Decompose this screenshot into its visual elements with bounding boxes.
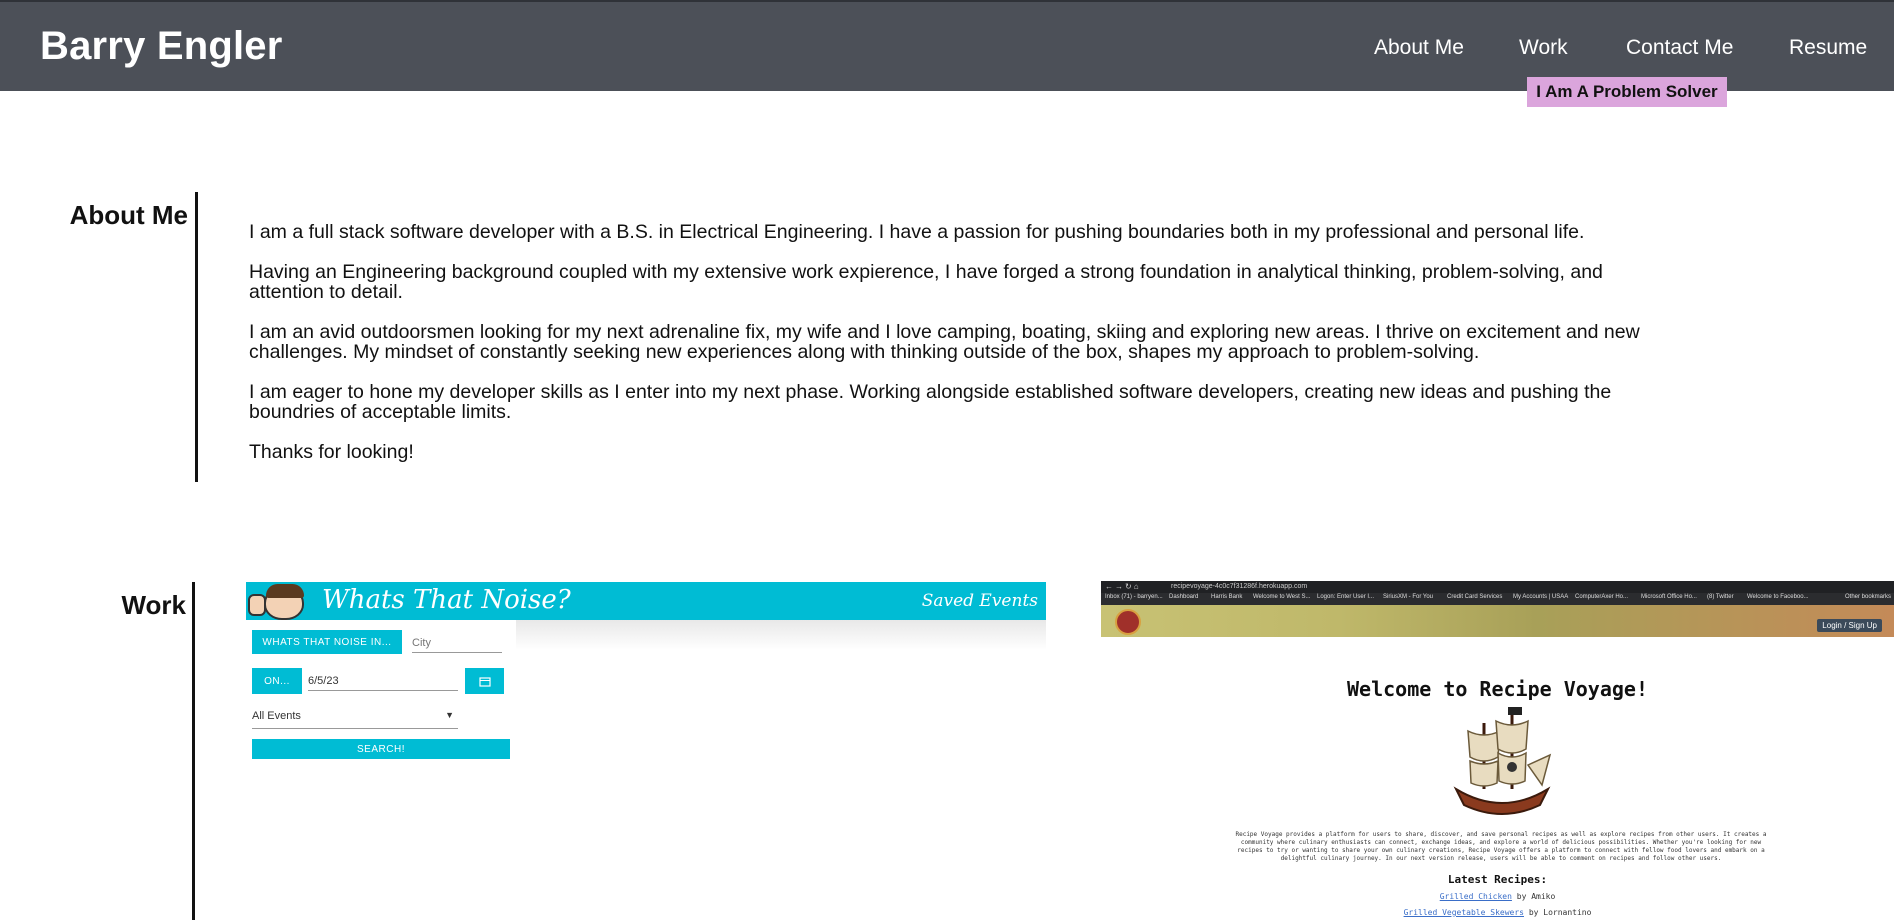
bookmark-item: SiriusXM - For You bbox=[1383, 594, 1434, 600]
about-paragraph: I am an avid outdoorsmen looking for my … bbox=[249, 321, 1640, 363]
event-type-select[interactable]: All Events ▼ bbox=[252, 710, 458, 729]
city-input[interactable] bbox=[412, 634, 502, 653]
bookmark-item: Inbox (71) - barryen... bbox=[1105, 594, 1163, 600]
app-title: Whats That Noise? bbox=[322, 585, 571, 615]
header-shadow bbox=[516, 620, 1046, 650]
recipe-author: by Amiko bbox=[1516, 892, 1556, 901]
bookmark-item: Welcome to Faceboo... bbox=[1747, 594, 1809, 600]
bookmark-item: Credit Card Services bbox=[1447, 594, 1503, 600]
on-button[interactable]: ON... bbox=[252, 668, 302, 694]
browser-toolbar: ←→↻⌂ recipevoyage-4c0c7f31286f.herokuapp… bbox=[1101, 581, 1894, 593]
bookmark-item: Dashboard bbox=[1169, 594, 1199, 600]
site-name[interactable]: Barry Engler bbox=[40, 24, 283, 69]
bookmark-item: Microsoft Office Ho... bbox=[1641, 594, 1697, 600]
bookmark-item: ComputerAxer Ho... bbox=[1575, 594, 1629, 600]
tagline-badge: I Am A Problem Solver bbox=[1527, 77, 1727, 107]
nav-contact-me[interactable]: Contact Me bbox=[1626, 36, 1733, 60]
bookmark-item: Other bookmarks bbox=[1845, 594, 1892, 600]
latest-recipes-heading: Latest Recipes: bbox=[1447, 873, 1548, 886]
welcome-heading: Welcome to Recipe Voyage! bbox=[1346, 677, 1649, 701]
site-header-banner bbox=[1101, 605, 1894, 637]
nav-resume[interactable]: Resume bbox=[1789, 36, 1867, 60]
caret-down-icon: ▼ bbox=[445, 710, 454, 720]
calendar-icon bbox=[478, 676, 491, 687]
work-divider bbox=[192, 582, 195, 920]
about-divider bbox=[195, 192, 198, 482]
about-paragraph: I am a full stack software developer wit… bbox=[249, 221, 1585, 243]
bookmark-item: Logon: Enter User I... bbox=[1317, 594, 1375, 600]
whats-that-noise-button[interactable]: WHATS THAT NOISE IN... bbox=[252, 630, 402, 654]
recipe-link[interactable]: Grilled Chicken bbox=[1440, 892, 1512, 901]
about-text: I am a full stack software developer wit… bbox=[249, 222, 1649, 482]
bookmark-item: Welcome to West S... bbox=[1253, 594, 1311, 600]
recipe-link[interactable]: Grilled Vegetable Skewers bbox=[1404, 908, 1524, 917]
work-section-title: Work bbox=[121, 590, 186, 620]
event-type-value: All Events bbox=[252, 710, 301, 722]
search-button[interactable]: SEARCH! bbox=[252, 739, 510, 759]
about-paragraph: Having an Engineering background coupled… bbox=[249, 261, 1603, 303]
nav-about-me[interactable]: About Me bbox=[1374, 36, 1464, 60]
recipe-voyage-description: Recipe Voyage provides a platform for us… bbox=[1235, 831, 1767, 862]
hair-icon bbox=[266, 584, 304, 598]
browser-nav-icons: ←→↻⌂ bbox=[1105, 582, 1141, 591]
bookmarks-bar: Inbox (71) - barryen... Dashboard Harris… bbox=[1101, 593, 1894, 605]
bookmark-item: My Accounts | USAA bbox=[1513, 594, 1569, 600]
recipe-list-item: Grilled Vegetable Skewers by Lornantino bbox=[1101, 908, 1894, 917]
recipe-author: by Lornantino bbox=[1528, 908, 1592, 917]
project-whats-that-noise-screenshot[interactable]: Whats That Noise? Saved Events WHATS THA… bbox=[246, 582, 1046, 762]
about-paragraph: I am eager to hone my developer skills a… bbox=[249, 381, 1612, 423]
about-section-title: About Me bbox=[69, 200, 188, 230]
login-signup-button[interactable]: Login / Sign Up bbox=[1817, 619, 1882, 632]
bookmark-item: (8) Twitter bbox=[1707, 594, 1734, 600]
pirate-ship-icon bbox=[1453, 707, 1552, 815]
nav-work[interactable]: Work bbox=[1519, 36, 1568, 60]
browser-url: recipevoyage-4c0c7f31286f.herokuapp.com bbox=[1171, 583, 1308, 590]
recipe-list-item: Grilled Chicken by Amiko bbox=[1101, 892, 1894, 901]
date-input[interactable] bbox=[308, 672, 458, 691]
project-recipe-voyage-screenshot[interactable]: ←→↻⌂ recipevoyage-4c0c7f31286f.herokuapp… bbox=[1101, 581, 1894, 920]
recipe-voyage-logo-icon[interactable] bbox=[1115, 609, 1141, 635]
calendar-button[interactable] bbox=[465, 668, 504, 694]
about-paragraph: Thanks for looking! bbox=[249, 441, 414, 463]
saved-events-link[interactable]: Saved Events bbox=[922, 591, 1038, 611]
bookmark-item: Harris Bank bbox=[1211, 594, 1243, 600]
